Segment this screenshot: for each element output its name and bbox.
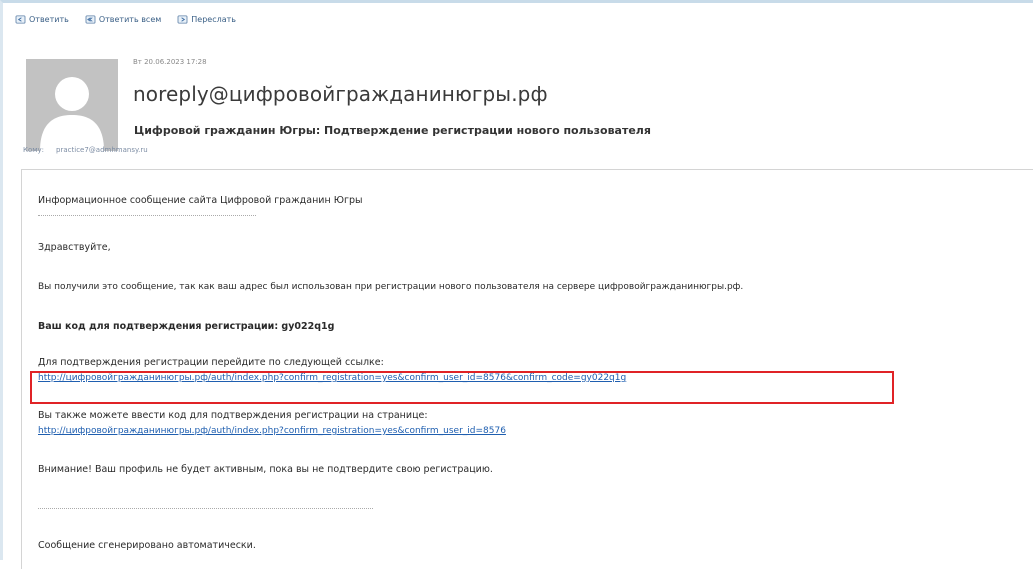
highlight-box <box>30 371 894 404</box>
email-subject: Цифровой гражданин Югры: Подтверждение р… <box>134 124 651 137</box>
alt-link[interactable]: http://цифровойгражданинюгры.рф/auth/ind… <box>38 426 506 436</box>
code-line: Ваш код для подтверждения регистрации: g… <box>38 321 335 332</box>
reply-all-icon <box>85 14 96 24</box>
forward-button[interactable]: Переслать <box>177 15 236 24</box>
reply-button[interactable]: Ответить <box>15 15 69 24</box>
forward-label: Переслать <box>191 14 237 24</box>
auto-note: Сообщение сгенерировано автоматически. <box>38 540 256 551</box>
confirm-label: Для подтверждения регистрации перейдите … <box>38 357 384 368</box>
reply-all-button[interactable]: Ответить всем <box>85 15 161 24</box>
to-label: Кому: <box>23 146 45 154</box>
reply-icon <box>15 14 26 24</box>
intro-text: Информационное сообщение сайта Цифровой … <box>38 195 363 206</box>
to-value[interactable]: practice7@admhmansy.ru <box>56 146 148 154</box>
warning-text: Внимание! Ваш профиль не будет активным,… <box>38 464 493 475</box>
email-datetime: Вт 20.06.2023 17:28 <box>133 58 207 66</box>
email-toolbar: Ответить Ответить всем Переслать <box>15 11 236 27</box>
recipient-line: Кому: practice7@admhmansy.ru <box>23 146 148 154</box>
reply-all-label: Ответить всем <box>98 14 162 24</box>
separator-top <box>38 215 256 216</box>
email-window: Ответить Ответить всем Переслать Вт 20.0… <box>0 0 1033 569</box>
reason-text: Вы получили это сообщение, так как ваш а… <box>38 282 744 292</box>
avatar <box>26 59 118 151</box>
forward-icon <box>177 14 188 24</box>
sender-address[interactable]: noreply@цифровойгражданинюгры.рф <box>133 82 548 106</box>
email-body-panel <box>21 169 1033 569</box>
reply-label: Ответить <box>29 14 69 24</box>
alt-label: Вы также можете ввести код для подтвержд… <box>38 410 428 421</box>
user-silhouette-icon <box>40 77 104 151</box>
greeting-text: Здравствуйте, <box>38 242 111 253</box>
separator-bottom <box>38 508 373 509</box>
